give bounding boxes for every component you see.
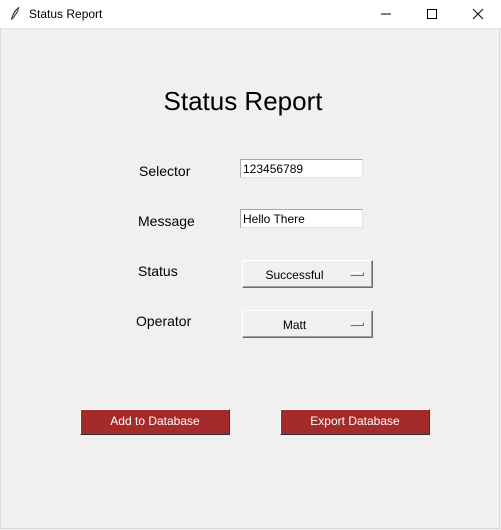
close-button[interactable] <box>455 0 501 28</box>
maximize-button[interactable] <box>409 0 455 28</box>
operator-label: Operator <box>136 313 192 329</box>
operator-selected-value: Matt <box>282 318 307 332</box>
status-selected-value: Successful <box>265 268 324 282</box>
operator-dropdown[interactable]: Matt <box>242 310 373 338</box>
add-to-database-button[interactable]: Add to Database <box>80 409 230 435</box>
page-title: Status Report <box>163 86 323 116</box>
window-title: Status Report <box>29 7 103 21</box>
feather-icon <box>9 6 21 22</box>
minimize-button[interactable] <box>363 0 409 28</box>
status-dropdown[interactable]: Successful <box>242 260 373 288</box>
dropdown-indicator-icon <box>350 322 364 326</box>
maximize-icon <box>427 9 437 19</box>
close-icon <box>472 8 484 20</box>
minimize-icon <box>381 13 391 15</box>
selector-label: Selector <box>139 163 191 179</box>
title-bar: Status Report <box>0 0 501 29</box>
message-label: Message <box>138 213 195 229</box>
selector-input[interactable]: 123456789 <box>240 159 363 178</box>
status-label: Status <box>138 263 178 279</box>
message-input[interactable]: Hello There <box>240 209 363 228</box>
export-database-button[interactable]: Export Database <box>280 409 430 435</box>
dropdown-indicator-icon <box>350 272 364 276</box>
